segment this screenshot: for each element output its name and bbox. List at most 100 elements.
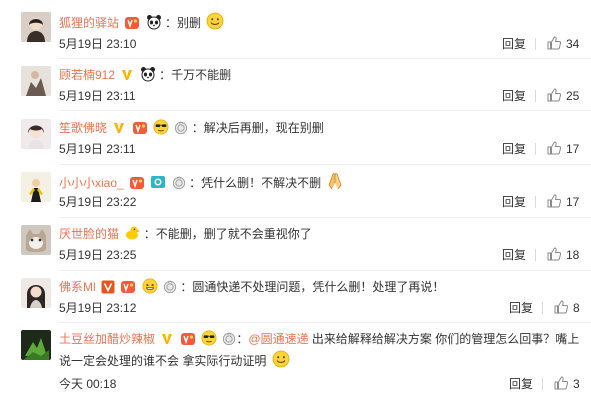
comment-text: ：千万不能删 bbox=[159, 68, 232, 82]
reply-button[interactable]: 回复 bbox=[502, 88, 526, 104]
comment-text: ：解决后再删，现在别删 bbox=[191, 121, 324, 135]
reply-button[interactable]: 回复 bbox=[502, 141, 526, 157]
sunglasses-emoji-icon bbox=[201, 330, 217, 346]
comment-date: 5月19日 23:12 bbox=[59, 301, 137, 315]
comment-text: ：别删 bbox=[165, 16, 202, 30]
reply-button[interactable]: 回复 bbox=[502, 247, 526, 263]
username-link[interactable]: 笙歌佛晓 bbox=[59, 121, 107, 135]
medal-icon bbox=[174, 121, 188, 135]
comment-content: 土豆丝加醋炒辣椒 ：@圆通速递 出来给解释给解决方案 你们的管理怎么回事？嘴上 bbox=[59, 330, 580, 346]
comment-date: 5月19日 23:10 bbox=[59, 37, 137, 51]
vip-icon[interactable] bbox=[132, 121, 148, 135]
medal-icon bbox=[163, 280, 177, 294]
like-count: 17 bbox=[566, 195, 580, 209]
vip-icon[interactable] bbox=[120, 280, 136, 294]
username-link[interactable]: 顾若楠912 bbox=[59, 68, 115, 82]
v-red-icon bbox=[101, 280, 115, 294]
username-link[interactable]: 厌世脸的猫 bbox=[59, 227, 119, 241]
medal-icon bbox=[172, 176, 186, 190]
username-link[interactable]: 土豆丝加醋炒辣椒 bbox=[59, 332, 155, 346]
panda-icon bbox=[140, 66, 156, 82]
like-icon[interactable] bbox=[547, 194, 561, 208]
pray-hands-emoji-icon bbox=[326, 172, 344, 190]
comment-text: ：不能删，删了就不会重视你了 bbox=[143, 227, 312, 241]
smile-emoji-icon bbox=[272, 350, 290, 368]
v-verified-icon bbox=[120, 68, 134, 82]
divider bbox=[59, 270, 591, 271]
separator bbox=[542, 378, 543, 390]
avatar[interactable] bbox=[21, 12, 51, 42]
comment-date: 5月19日 23:22 bbox=[59, 195, 137, 209]
comment-text-line2: 说一定会处理的谁不会 拿实际行动证明 bbox=[59, 354, 267, 368]
comment-item: 笙歌佛晓 ：解决后再删，现在别删 5月19日 23:11 回复 17 bbox=[0, 119, 591, 167]
comment-content: 小小小xiao_ ：凭什么删！不解决不删 bbox=[59, 172, 581, 192]
comment-content: 厌世脸的猫 ：不能删，删了就不会重视你了 bbox=[59, 225, 581, 243]
smile-emoji-icon bbox=[206, 12, 224, 30]
avatar[interactable] bbox=[21, 330, 51, 360]
vip-icon[interactable] bbox=[124, 16, 140, 30]
comment-item: 小小小xiao_ ：凭什么删！不解决不删 5月19日 23:22 回复 17 bbox=[0, 172, 591, 220]
v-verified-icon bbox=[160, 332, 174, 346]
username-link[interactable]: 佛系Ml bbox=[59, 280, 96, 294]
comment-text-continued: 说一定会处理的谁不会 拿实际行动证明 bbox=[59, 350, 573, 370]
separator bbox=[535, 196, 536, 208]
grin-emoji-icon bbox=[142, 278, 158, 294]
like-count: 17 bbox=[566, 142, 580, 156]
reply-button[interactable]: 回复 bbox=[509, 300, 533, 316]
comment-content: 顾若楠912 ：千万不能删 bbox=[59, 66, 581, 84]
avatar[interactable] bbox=[21, 119, 51, 149]
avatar[interactable] bbox=[21, 66, 51, 96]
camera-icon bbox=[150, 174, 166, 190]
divider bbox=[59, 322, 591, 323]
mention-link[interactable]: @圆通速递 bbox=[248, 332, 308, 346]
divider bbox=[59, 164, 591, 165]
v-verified-icon bbox=[112, 121, 126, 135]
duck-icon bbox=[124, 225, 140, 241]
like-icon[interactable] bbox=[547, 88, 561, 102]
like-count: 3 bbox=[573, 377, 580, 391]
avatar[interactable] bbox=[21, 278, 51, 308]
separator bbox=[535, 90, 536, 102]
comment-item: 顾若楠912 ：千万不能删 5月19日 23:11 回复 25 bbox=[0, 66, 591, 114]
comment-content: 狐狸的驿站 ：别删 bbox=[59, 12, 581, 32]
comment-text: ：凭什么删！不解决不删 bbox=[189, 176, 322, 190]
username-link[interactable]: 狐狸的驿站 bbox=[59, 16, 119, 30]
comment-item: 土豆丝加醋炒辣椒 ：@圆通速递 出来给解释给解决方案 你们的管理怎么回事？嘴上 … bbox=[0, 330, 591, 396]
like-count: 34 bbox=[566, 37, 580, 51]
reply-button[interactable]: 回复 bbox=[502, 194, 526, 210]
separator bbox=[535, 38, 536, 50]
username-link[interactable]: 小小小xiao_ bbox=[59, 176, 124, 190]
reply-button[interactable]: 回复 bbox=[502, 36, 526, 52]
separator bbox=[542, 302, 543, 314]
like-count: 18 bbox=[566, 248, 580, 262]
like-count: 25 bbox=[566, 89, 580, 103]
comment-text: 出来给解释给解决方案 你们的管理怎么回事？嘴上 bbox=[308, 332, 580, 346]
like-icon[interactable] bbox=[554, 300, 568, 314]
divider bbox=[59, 217, 591, 218]
comment-date: 今天 00:18 bbox=[59, 377, 117, 391]
like-icon[interactable] bbox=[547, 141, 561, 155]
reply-button[interactable]: 回复 bbox=[509, 376, 533, 392]
panda-icon bbox=[146, 14, 162, 30]
medal-icon bbox=[222, 332, 236, 346]
separator bbox=[535, 249, 536, 261]
avatar[interactable] bbox=[21, 172, 51, 202]
separator bbox=[535, 143, 536, 155]
comment-content: 佛系Ml ：圆通快递不处理问题，凭什么删！处理了再说！ bbox=[59, 278, 581, 296]
comment-item: 狐狸的驿站 ：别删 5月19日 23:10 回复 34 bbox=[0, 12, 591, 60]
comment-item: 佛系Ml ：圆通快递不处理问题，凭什么删！处理了再说！ 5月19日 23:12 … bbox=[0, 278, 591, 326]
avatar[interactable] bbox=[21, 225, 51, 255]
like-icon[interactable] bbox=[547, 247, 561, 261]
sunglasses-emoji-icon bbox=[153, 119, 169, 135]
vip-icon[interactable] bbox=[129, 176, 145, 190]
comment-date: 5月19日 23:25 bbox=[59, 248, 137, 262]
comment-text: ：圆通快递不处理问题，凭什么删！处理了再说！ bbox=[180, 280, 445, 294]
like-icon[interactable] bbox=[554, 376, 568, 390]
vip-icon[interactable] bbox=[180, 332, 196, 346]
like-count: 8 bbox=[573, 301, 580, 315]
like-icon[interactable] bbox=[547, 36, 561, 50]
comment-date: 5月19日 23:11 bbox=[59, 89, 136, 103]
comment-item: 厌世脸的猫 ：不能删，删了就不会重视你了 5月19日 23:25 回复 18 bbox=[0, 225, 591, 273]
comment-date: 5月19日 23:11 bbox=[59, 142, 136, 156]
divider bbox=[59, 110, 591, 111]
